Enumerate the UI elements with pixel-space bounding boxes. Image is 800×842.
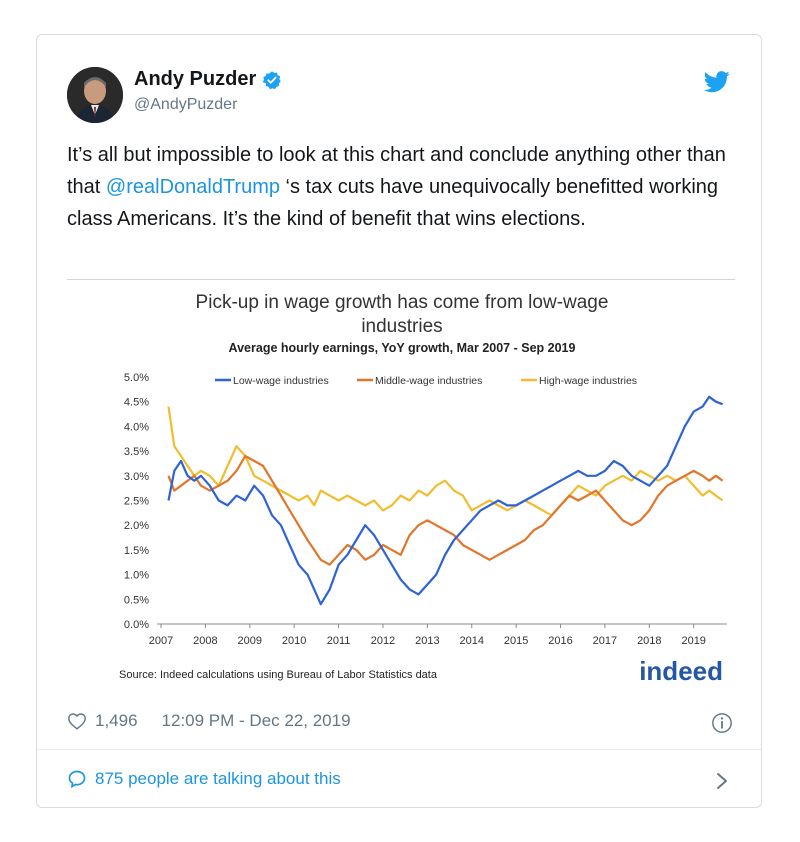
author-name-row[interactable]: Andy Puzder xyxy=(134,68,282,91)
legend-label: Low-wage industries xyxy=(233,375,329,387)
line-chart: Pick-up in wage growth has come from low… xyxy=(119,292,727,686)
y-tick-label: 3.5% xyxy=(124,446,149,458)
mention-link[interactable]: @realDonaldTrump xyxy=(106,176,280,198)
y-tick-label: 3.0% xyxy=(124,471,149,483)
chart-legend: Low-wage industries Middle-wage industrie… xyxy=(215,375,637,387)
series-line-low-wage-industries xyxy=(167,395,723,606)
tweet-text: It’s all but impossible to look at this … xyxy=(67,139,737,235)
y-axis: 5.0% 4.5% 4.0% 3.5% 3.0% 2.5% 2.0% 1.5% 1.0% 0.5%… xyxy=(124,372,727,631)
chart-subtitle: Average hourly earnings, YoY growth, Mar… xyxy=(229,341,576,355)
y-tick-label: 2.5% xyxy=(124,496,149,508)
tweet-media-chart[interactable]: Pick-up in wage growth has come from low… xyxy=(67,279,735,694)
series-line-high-wage-industries xyxy=(167,406,724,517)
chart-source: Source: Indeed calculations using Bureau… xyxy=(119,669,438,681)
author-handle[interactable]: @AndyPuzder xyxy=(134,96,237,114)
chart-title-line-1: Pick-up in wage growth has come from low… xyxy=(196,292,609,313)
timestamp[interactable]: 12:09 PM - Dec 22, 2019 xyxy=(162,711,351,731)
x-tick-label: 2013 xyxy=(415,635,439,647)
info-icon[interactable] xyxy=(711,712,733,734)
x-tick-label: 2009 xyxy=(238,635,262,647)
chart-title-line-2: industries xyxy=(361,316,442,337)
y-tick-label: 1.5% xyxy=(124,545,149,557)
y-tick-label: 1.0% xyxy=(124,570,149,582)
tweet-card: Andy Puzder @AndyPuzder It’s all but imp… xyxy=(36,34,762,808)
verified-badge-icon xyxy=(262,70,281,89)
x-tick-label: 2008 xyxy=(193,635,217,647)
x-tick-label: 2015 xyxy=(504,635,528,647)
x-tick-label: 2012 xyxy=(371,635,395,647)
speech-bubble-icon xyxy=(68,770,86,789)
heart-icon[interactable] xyxy=(67,712,87,730)
x-axis: 2007 2008 2009 2010 2011 2012 2013 2014 2015 2016… xyxy=(149,624,706,647)
tweet-stats: 1,496 12:09 PM - Dec 22, 2019 xyxy=(67,711,351,731)
x-tick-label: 2016 xyxy=(548,635,572,647)
avatar[interactable] xyxy=(67,67,123,123)
chevron-right-icon[interactable] xyxy=(715,771,729,791)
x-tick-label: 2014 xyxy=(460,635,484,647)
x-tick-label: 2011 xyxy=(327,635,351,647)
y-tick-label: 0.5% xyxy=(124,594,149,606)
x-tick-label: 2007 xyxy=(149,635,173,647)
x-tick-label: 2010 xyxy=(282,635,306,647)
y-tick-label: 2.0% xyxy=(124,520,149,532)
indeed-logo: indeed xyxy=(639,656,723,686)
legend-label: Middle-wage industries xyxy=(375,375,482,387)
x-tick-label: 2017 xyxy=(593,635,617,647)
y-tick-label: 0.0% xyxy=(124,619,149,631)
legend-label: High-wage industries xyxy=(539,375,637,387)
y-tick-label: 4.0% xyxy=(124,421,149,433)
x-tick-label: 2019 xyxy=(681,635,705,647)
twitter-bird-icon[interactable] xyxy=(703,71,731,93)
conversation-link[interactable]: 875 people are talking about this xyxy=(67,769,341,789)
divider xyxy=(37,749,761,750)
like-count[interactable]: 1,496 xyxy=(95,711,138,731)
y-tick-label: 5.0% xyxy=(124,372,149,384)
y-tick-label: 4.5% xyxy=(124,397,149,409)
author-name[interactable]: Andy Puzder xyxy=(134,68,256,91)
x-tick-label: 2018 xyxy=(637,635,661,647)
conversation-text[interactable]: 875 people are talking about this xyxy=(95,769,341,789)
chart-series xyxy=(167,395,724,606)
